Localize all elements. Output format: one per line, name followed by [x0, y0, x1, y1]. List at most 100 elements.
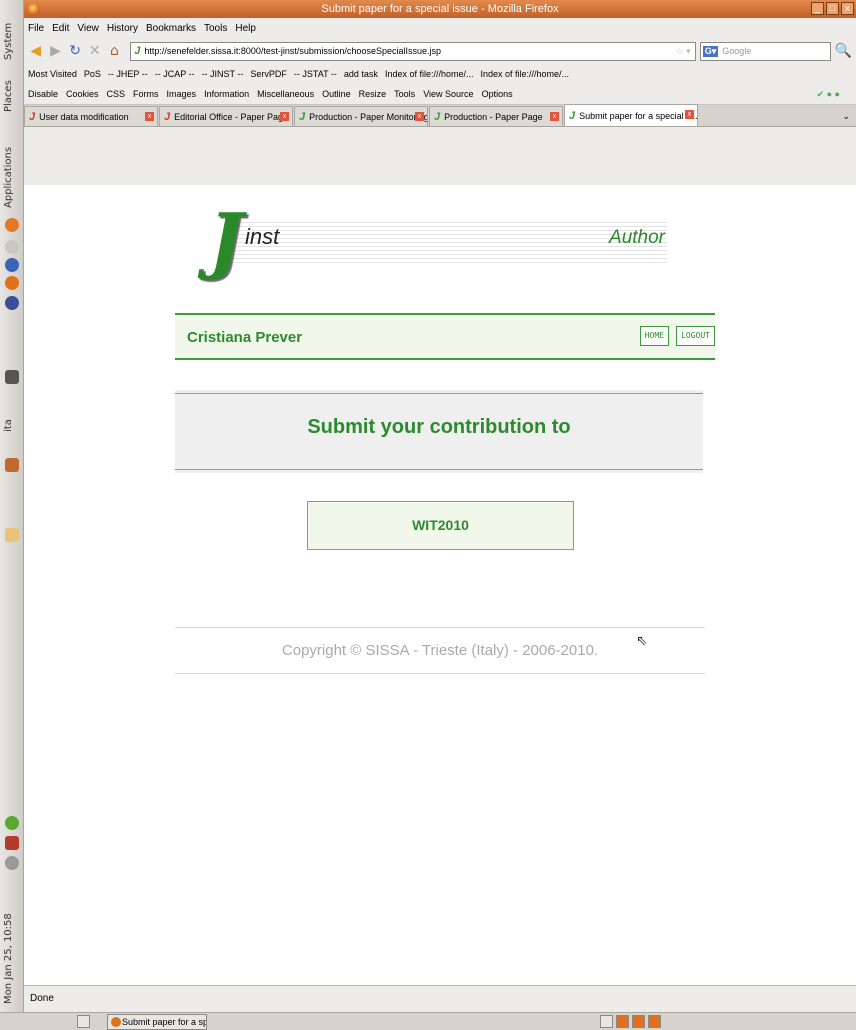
dev-tools[interactable]: Tools [394, 89, 415, 99]
tab-production-monitoring[interactable]: J Production - Paper Monitoring x [294, 106, 428, 126]
reload-icon[interactable]: ↻ [67, 42, 83, 60]
user-bar: Cristiana Prever HOME LOGOUT [175, 313, 715, 360]
taskbar: Submit paper for a sp... [0, 1012, 856, 1030]
places-menu[interactable]: Places [3, 80, 14, 112]
tab-editorial-office[interactable]: J Editorial Office - Paper Page x [159, 106, 293, 126]
menu-tools[interactable]: Tools [204, 23, 227, 34]
applications-menu[interactable]: Applications [3, 147, 14, 208]
tab-label: Production - Paper Page [444, 111, 543, 122]
search-icon[interactable]: 🔍 [835, 42, 852, 60]
dev-cookies[interactable]: Cookies [66, 89, 99, 99]
tab-user-data[interactable]: J User data modification x [24, 106, 158, 126]
bookmark-jhep[interactable]: -- JHEP -- [108, 69, 148, 79]
menu-bookmarks[interactable]: Bookmarks [146, 23, 196, 34]
clock[interactable]: Mon Jan 25, 10:58 [3, 913, 14, 1004]
tab-site-icon: J [434, 110, 441, 123]
window-title: Submit paper for a special issue - Mozil… [321, 3, 559, 15]
copyright-footer: Copyright © SISSA - Trieste (Italy) - 20… [175, 627, 705, 674]
tab-submit-paper[interactable]: J Submit paper for a special is... x [564, 104, 698, 126]
indicator-icon[interactable] [5, 836, 19, 850]
ubuntu-icon[interactable] [5, 218, 19, 232]
tab-site-icon: J [29, 110, 36, 123]
status-text: Done [30, 993, 54, 1004]
logout-button[interactable]: LOGOUT [676, 326, 715, 346]
dev-disable[interactable]: Disable [28, 89, 58, 99]
bookmark-add-task[interactable]: add task [344, 69, 378, 79]
dev-outline[interactable]: Outline [322, 89, 351, 99]
menu-view[interactable]: View [77, 23, 99, 34]
bookmark-star-icon[interactable]: ☆ ▾ [676, 46, 695, 57]
bookmark-index-1[interactable]: Index of file:///home/... [385, 69, 474, 79]
minimize-button[interactable]: _ [811, 2, 824, 15]
workspace-3[interactable] [632, 1015, 645, 1028]
bookmark-servpdf[interactable]: ServPDF [250, 69, 287, 79]
tab-list-dropdown-icon[interactable]: ⌄ [842, 111, 850, 122]
google-icon[interactable]: G▾ [702, 45, 719, 57]
menu-edit[interactable]: Edit [52, 23, 69, 34]
home-icon[interactable]: ⌂ [107, 42, 123, 60]
dev-view-source[interactable]: View Source [423, 89, 473, 99]
tab-production-paper[interactable]: J Production - Paper Page x [429, 106, 563, 126]
workspace-2[interactable] [616, 1015, 629, 1028]
tab-label: Editorial Office - Paper Page [174, 111, 289, 122]
forward-icon[interactable]: ▶ [48, 42, 64, 60]
workspace-4[interactable] [648, 1015, 661, 1028]
menu-history[interactable]: History [107, 23, 138, 34]
keyboard-layout[interactable]: ita [3, 419, 14, 432]
close-tab-icon[interactable]: x [145, 112, 154, 121]
close-tab-icon[interactable]: x [280, 112, 289, 121]
home-button[interactable]: HOME [639, 326, 669, 346]
web-developer-toolbar: Disable Cookies CSS Forms Images Informa… [24, 84, 856, 105]
dev-resize[interactable]: Resize [359, 89, 387, 99]
folder-icon[interactable] [5, 528, 19, 542]
url-text: http://senefelder.sissa.it:8000/test-jin… [144, 46, 441, 56]
taskbar-firefox-window[interactable]: Submit paper for a sp... [107, 1014, 207, 1030]
mouse-cursor-icon: ⇖ [636, 633, 648, 649]
dev-options[interactable]: Options [482, 89, 513, 99]
bookmark-jstat[interactable]: -- JSTAT -- [294, 69, 337, 79]
close-tab-icon[interactable]: x [550, 112, 559, 121]
volume-icon[interactable] [5, 856, 19, 870]
search-input[interactable]: G▾ Google [699, 41, 831, 61]
dev-images[interactable]: Images [167, 89, 197, 99]
close-tab-icon[interactable]: x [415, 112, 424, 121]
network-icon[interactable] [5, 258, 19, 272]
dev-information[interactable]: Information [204, 89, 249, 99]
browser-window: Submit paper for a special issue - Mozil… [24, 0, 856, 1012]
help-icon[interactable] [5, 240, 19, 254]
tab-site-icon: J [299, 110, 306, 123]
show-desktop-icon[interactable] [77, 1015, 90, 1028]
menu-help[interactable]: Help [235, 23, 256, 34]
back-icon[interactable]: ◀ [28, 42, 44, 60]
bookmark-jcap[interactable]: -- JCAP -- [155, 69, 195, 79]
stop-icon[interactable]: ✕ [87, 42, 103, 60]
close-tab-icon[interactable]: x [685, 110, 694, 119]
dev-forms[interactable]: Forms [133, 89, 159, 99]
menu-file[interactable]: File [28, 23, 44, 34]
tab-site-icon: J [164, 110, 171, 123]
dev-miscellaneous[interactable]: Miscellaneous [257, 89, 314, 99]
terminal-icon[interactable] [5, 370, 19, 384]
workspace-1[interactable] [600, 1015, 613, 1028]
title-bar[interactable]: Submit paper for a special issue - Mozil… [24, 0, 856, 18]
tab-site-icon: J [569, 109, 576, 122]
maximize-button[interactable]: □ [826, 2, 839, 15]
update-icon[interactable] [5, 816, 19, 830]
checkmark-icon: ✔ ● ● [816, 88, 840, 99]
notes-icon[interactable] [5, 458, 19, 472]
special-issue-button[interactable]: WIT2010 [307, 501, 574, 550]
dev-css[interactable]: CSS [107, 89, 126, 99]
bookmark-pos[interactable]: PoS [84, 69, 101, 79]
url-bar[interactable]: J http://senefelder.sissa.it:8000/test-j… [130, 41, 696, 61]
system-menu[interactable]: System [3, 23, 14, 60]
logo-text: inst [245, 224, 280, 249]
close-button[interactable]: x [841, 2, 854, 15]
bookmark-jinst[interactable]: -- JINST -- [202, 69, 244, 79]
firefox-icon[interactable] [5, 276, 19, 290]
task-label: Submit paper for a sp... [122, 1017, 207, 1027]
bookmark-index-2[interactable]: Index of file:///home/... [480, 69, 569, 79]
thunderbird-icon[interactable] [5, 296, 19, 310]
bookmarks-toolbar: Most Visited PoS -- JHEP -- -- JCAP -- -… [24, 64, 856, 84]
divider [175, 393, 703, 394]
bookmark-most-visited[interactable]: Most Visited [28, 69, 77, 79]
